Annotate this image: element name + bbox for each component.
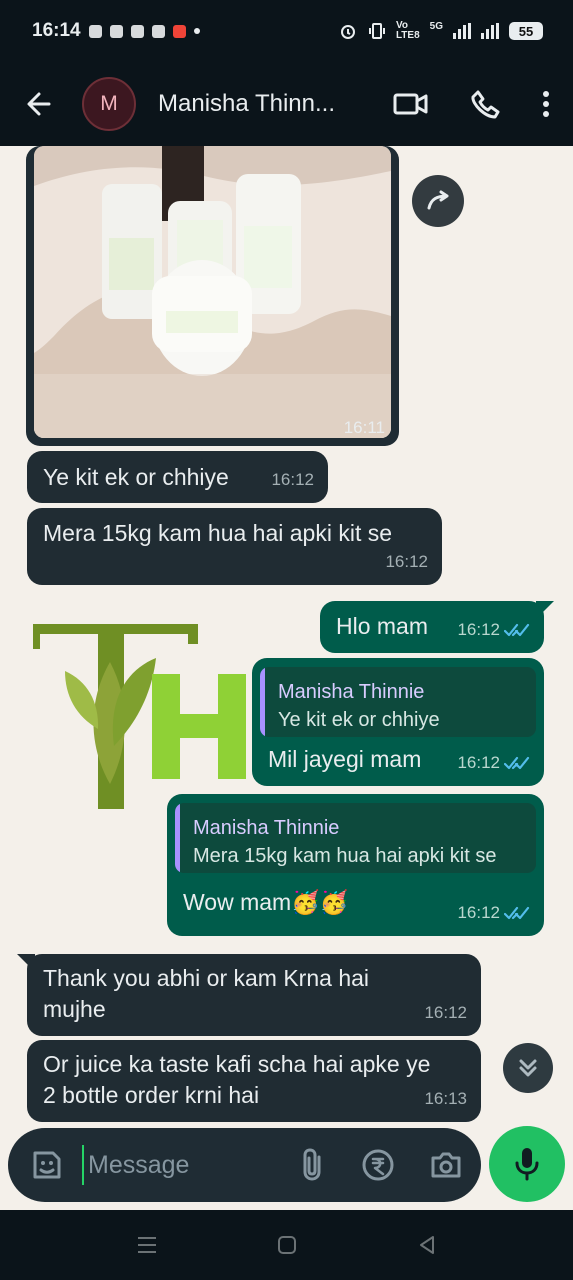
message-text: Ye kit ek or chhiye [43, 464, 229, 490]
system-back-button[interactable] [415, 1233, 439, 1257]
quote-text: Mera 15kg kam hua hai apki kit se [193, 845, 497, 867]
message-line-2: 2 bottle order krni hai [43, 1082, 260, 1108]
contact-avatar[interactable]: M [82, 77, 136, 131]
message-line-2: mujhe [43, 996, 106, 1022]
arrow-left-icon [27, 92, 51, 116]
vibrate-icon [368, 23, 385, 39]
status-right-icons: Vo LTE8 5G 55 [338, 21, 543, 41]
quote-accent-bar [260, 667, 265, 737]
instagram-icon [130, 24, 144, 38]
camera-icon [431, 1152, 461, 1178]
quote-text: Ye kit ek or chhiye [278, 709, 440, 731]
home-button[interactable] [275, 1233, 299, 1257]
message-time: 16:12 [457, 620, 500, 639]
message-status: 16:12 [457, 898, 530, 928]
product-bottles-image [34, 146, 391, 438]
incoming-message-2[interactable]: Mera 15kg kam hua hai apki kit se 16:12 [27, 508, 442, 585]
bubble-tail [536, 601, 554, 619]
message-status: 16:12 [457, 748, 530, 778]
ghost-icon [109, 24, 123, 38]
double-check-read-icon [504, 623, 530, 637]
battery-icon: 55 [509, 22, 543, 40]
phone-icon [471, 90, 500, 119]
quote-author: Manisha Thinnie [278, 681, 425, 703]
recents-button[interactable] [135, 1234, 159, 1256]
double-check-read-icon [504, 756, 530, 770]
more-options-button[interactable] [541, 89, 551, 119]
message-line-1: Thank you abhi or kam Krna hai [43, 965, 370, 991]
system-navigation-bar [0, 1210, 573, 1280]
attach-button[interactable] [299, 1148, 327, 1182]
outgoing-message-1[interactable]: Hlo mam 16:12 [320, 601, 554, 653]
composer-actions [299, 1148, 463, 1182]
message-time: 16:12 [457, 753, 500, 772]
wallpaper-logo-watermark [33, 624, 282, 809]
app-icon [151, 24, 165, 38]
scroll-to-bottom-button[interactable] [503, 1043, 553, 1093]
sticker-icon [33, 1151, 61, 1179]
back-button[interactable] [24, 89, 54, 119]
message-status: 16:12 [457, 615, 530, 645]
message-text: Hlo mam [336, 613, 429, 639]
signal-strength-icon [481, 23, 499, 39]
message-time: 16:13 [424, 1089, 467, 1108]
forward-button[interactable] [412, 175, 464, 227]
reply-quote[interactable]: Manisha Thinnie Mera 15kg kam hua hai ap… [175, 803, 536, 873]
header-actions [393, 88, 551, 120]
quote-author: Manisha Thinnie [193, 817, 340, 839]
incoming-message-3[interactable]: Thank you abhi or kam Krna hai mujhe 16:… [17, 954, 481, 1036]
emoji-sticker-button[interactable] [30, 1148, 64, 1182]
incoming-message-1[interactable]: Ye kit ek or chhiye 16:12 [27, 451, 328, 503]
image-time: 16:11 [343, 418, 385, 437]
outgoing-reply-message-1[interactable]: Manisha Thinnie Ye kit ek or chhiye Mil … [252, 658, 544, 786]
message-time: 16:12 [271, 470, 314, 489]
more-vertical-icon [543, 91, 549, 117]
status-left-icons: 16:14 [32, 20, 200, 42]
microphone-icon [515, 1148, 539, 1181]
message-text: Wow mam🥳🥳 [183, 889, 349, 915]
rupee-icon [362, 1149, 394, 1181]
message-text: Mil jayegi mam [268, 746, 422, 772]
voice-call-button[interactable] [469, 88, 501, 120]
video-call-button[interactable] [393, 90, 429, 118]
alarm-icon [340, 25, 355, 39]
message-text: Mera 15kg kam hua hai apki kit se [43, 520, 393, 546]
double-chevron-down-icon [519, 1059, 537, 1077]
more-notifications-dot [193, 28, 200, 34]
chat-area[interactable]: 16:11 Ye kit ek or chhiye 16:12 Mera 15k… [0, 146, 573, 1128]
triangle-back-icon [419, 1236, 434, 1254]
reply-quote[interactable]: Manisha Thinnie Ye kit ek or chhiye [260, 667, 536, 737]
video-call-icon [393, 93, 428, 115]
outgoing-reply-message-2[interactable]: Manisha Thinnie Mera 15kg kam hua hai ap… [167, 794, 544, 936]
network-generation: 5G [429, 20, 443, 32]
double-check-read-icon [504, 906, 530, 920]
incoming-message-4[interactable]: Or juice ka taste kafi scha hai apke ye … [27, 1040, 481, 1122]
paperclip-icon [303, 1148, 321, 1181]
home-square-icon [277, 1236, 296, 1254]
status-time: 16:14 [32, 20, 81, 41]
ghost-icon [88, 24, 102, 38]
message-time: 16:12 [385, 552, 428, 571]
network-type: Vo LTE8 [395, 20, 420, 41]
quote-accent-bar [175, 803, 180, 873]
camera-button[interactable] [429, 1150, 463, 1180]
image-message[interactable]: 16:11 [26, 146, 399, 446]
message-time: 16:12 [424, 1003, 467, 1022]
message-composer [8, 1128, 481, 1202]
voice-message-button[interactable] [489, 1126, 565, 1202]
chat-header: M Manisha Thinn... [0, 62, 573, 146]
signal-strength-icon [453, 23, 471, 39]
message-input-wrapper [82, 1145, 251, 1185]
menu-lines-icon [137, 1237, 156, 1253]
notification-icon [172, 24, 186, 38]
message-time: 16:12 [457, 903, 500, 922]
payment-button[interactable] [361, 1148, 395, 1182]
bubble-tail [17, 954, 35, 972]
message-input[interactable] [86, 1149, 240, 1181]
contact-name[interactable]: Manisha Thinn... [158, 90, 363, 118]
message-line-1: Or juice ka taste kafi scha hai apke ye [43, 1051, 431, 1077]
product-photo[interactable] [34, 146, 391, 438]
status-bar: 16:14 Vo LTE8 5G 55 [0, 0, 573, 62]
forward-icon [427, 190, 449, 210]
